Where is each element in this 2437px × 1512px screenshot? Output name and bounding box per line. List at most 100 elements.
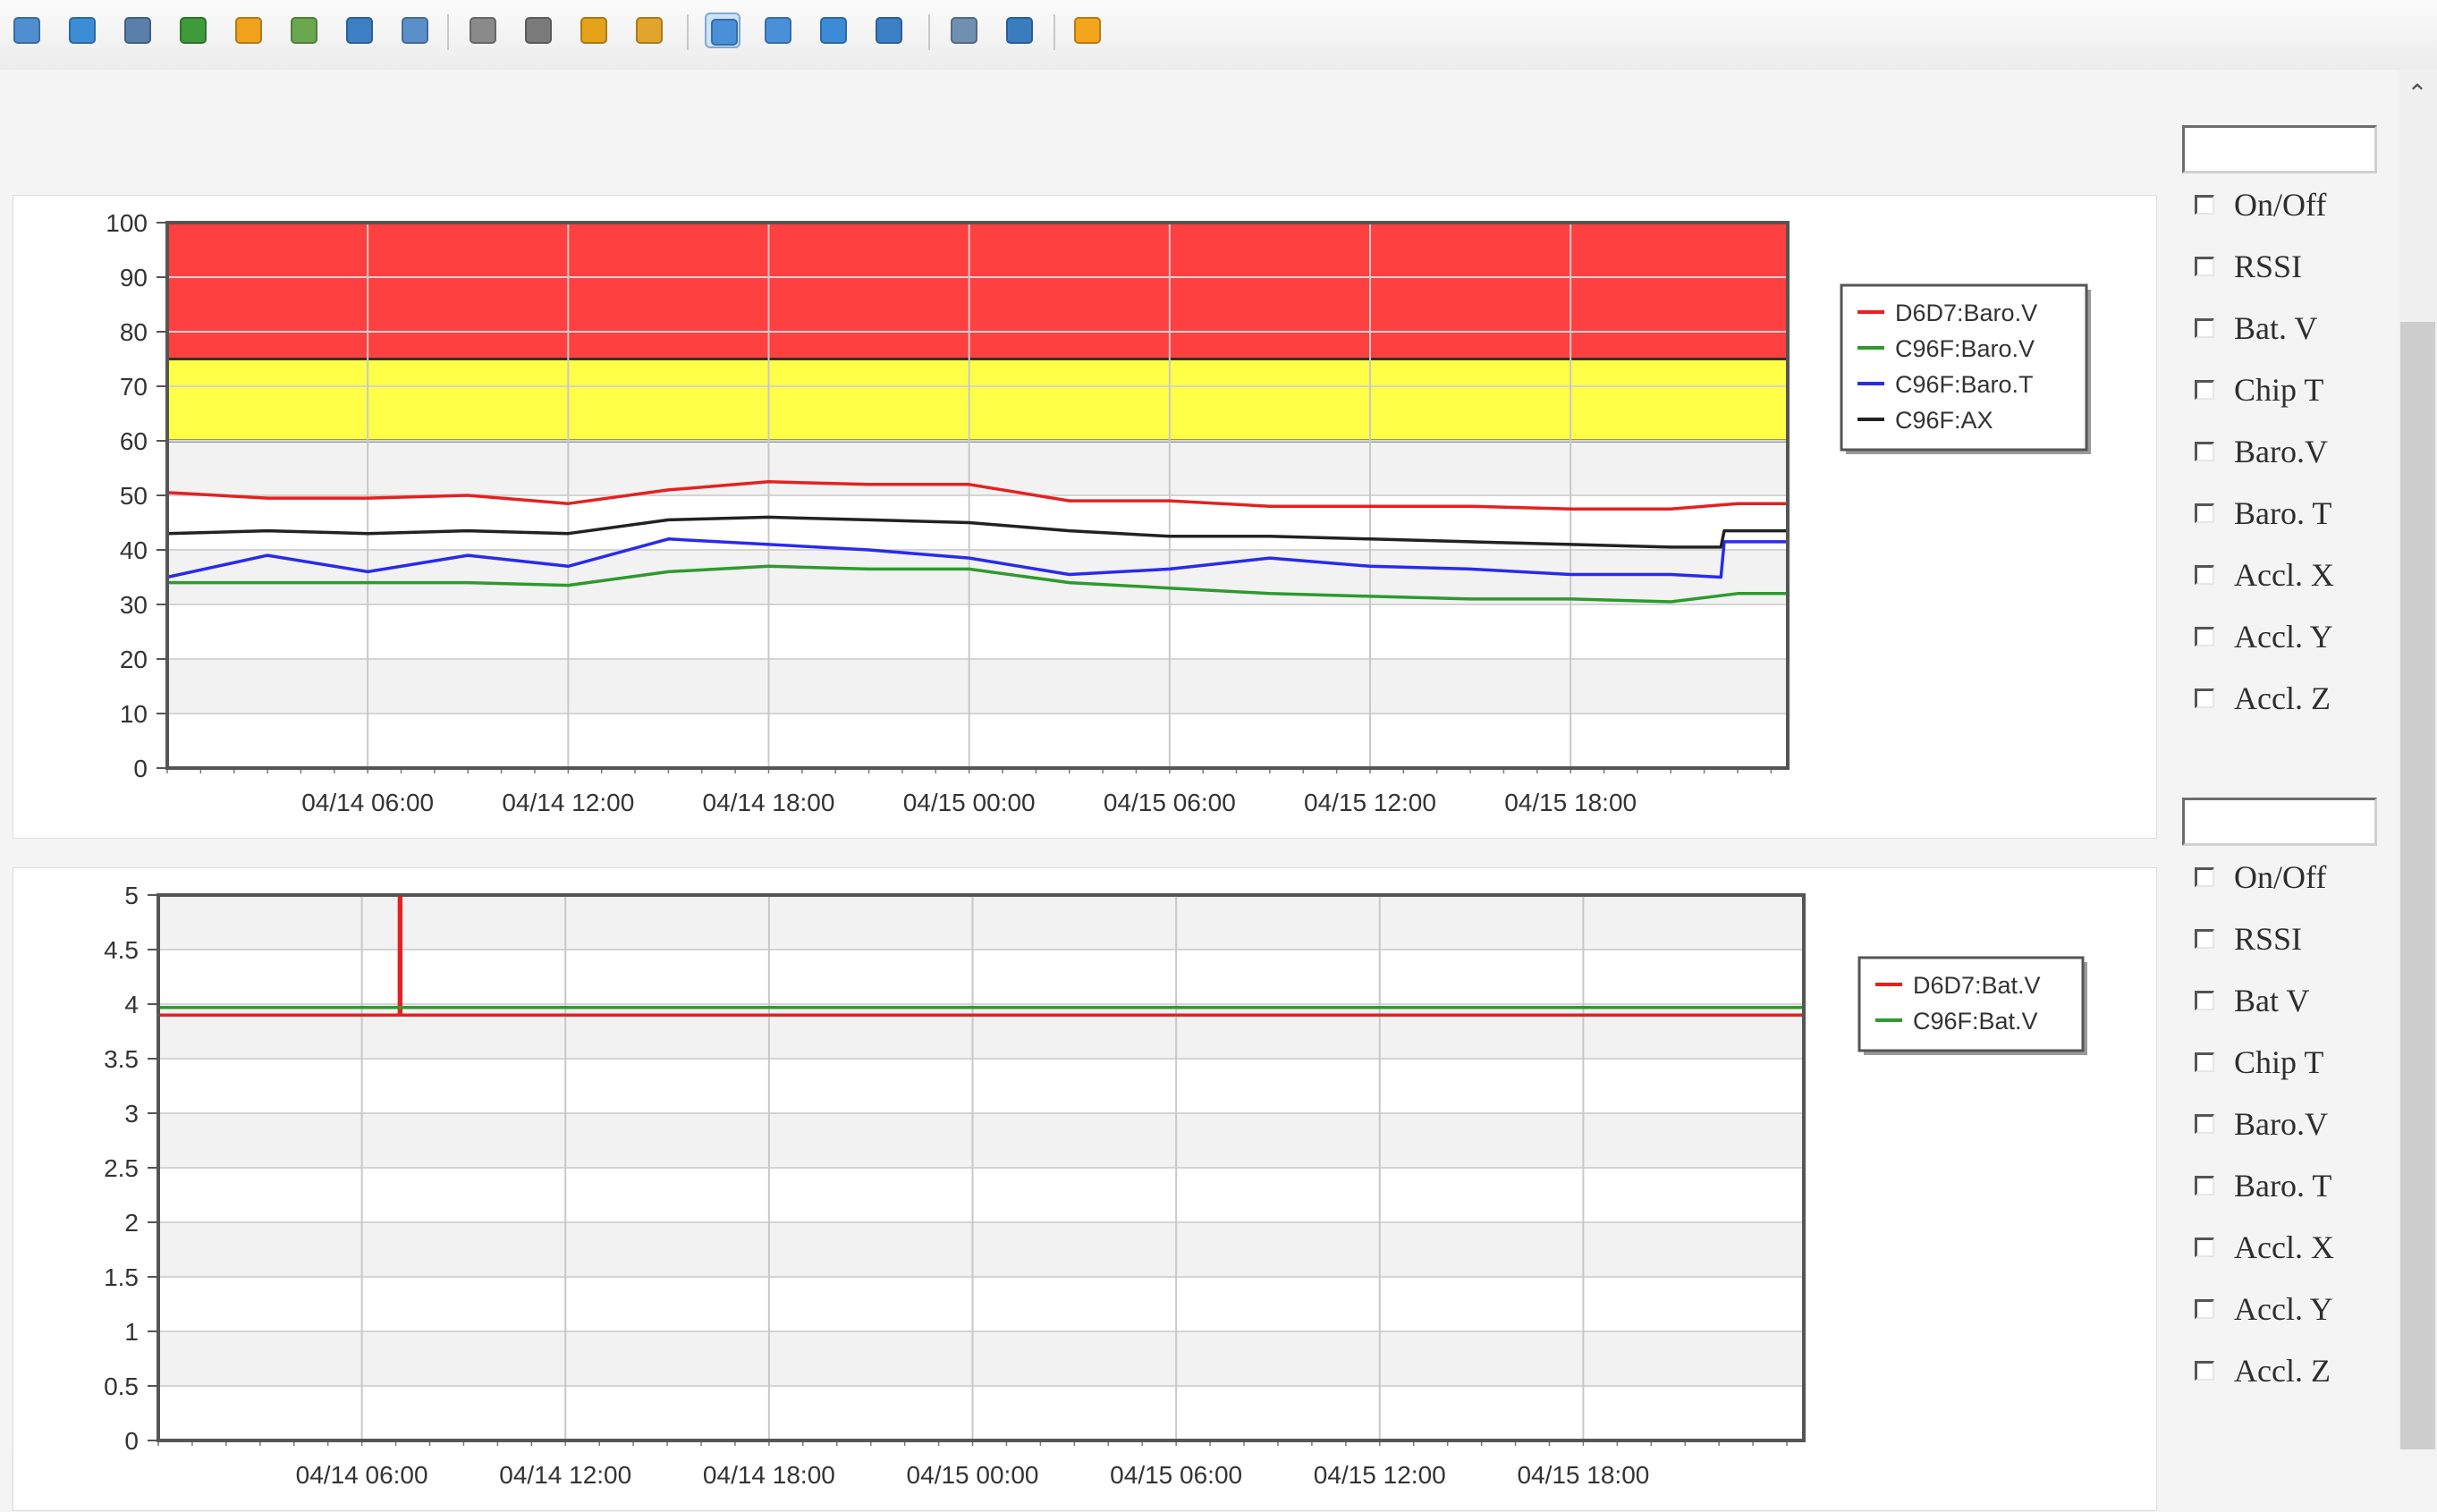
- y-tick-label: 2: [124, 1209, 139, 1237]
- checkbox-row[interactable]: On/Off: [2182, 173, 2397, 235]
- checkbox-row[interactable]: Chip T: [2182, 359, 2397, 420]
- series-filter-input[interactable]: [2182, 125, 2377, 173]
- x-tick-label: 04/14 18:00: [703, 1461, 835, 1489]
- checkbox-row[interactable]: Accl. Z: [2182, 1339, 2397, 1401]
- x-tick-label: 04/14 18:00: [703, 789, 835, 816]
- y-tick-label: 50: [120, 482, 148, 510]
- checkbox[interactable]: [2195, 1360, 2214, 1381]
- checkbox[interactable]: [2195, 256, 2214, 276]
- legend-label: D6D7:Baro.V: [1895, 300, 2037, 326]
- checkbox-row[interactable]: Bat. V: [2182, 297, 2397, 359]
- checkbox[interactable]: [2195, 1237, 2214, 1257]
- layers-button[interactable]: [816, 13, 851, 48]
- checkbox-label: RSSI: [2234, 920, 2303, 957]
- screen-button[interactable]: [64, 13, 100, 48]
- y-tick-label: 1: [124, 1318, 139, 1346]
- arrows-icon: [180, 17, 207, 44]
- checkbox[interactable]: [2195, 928, 2214, 949]
- monitor-button[interactable]: [9, 13, 45, 48]
- checkbox-row[interactable]: Accl. X: [2182, 1216, 2397, 1278]
- terminal-button[interactable]: [120, 13, 156, 48]
- user-icon: [470, 17, 496, 44]
- phone-button[interactable]: [342, 13, 377, 48]
- message-button[interactable]: [397, 13, 433, 48]
- checkbox[interactable]: [2195, 441, 2214, 461]
- checkbox-row[interactable]: Accl. X: [2182, 544, 2397, 605]
- series-line: [166, 515, 1788, 549]
- checkbox-label: Bat. V: [2234, 309, 2318, 346]
- y-tick-label: 0.5: [104, 1373, 139, 1400]
- checkbox[interactable]: [2195, 503, 2214, 523]
- message-icon: [402, 17, 428, 44]
- checkbox[interactable]: [2195, 626, 2214, 646]
- checkbox[interactable]: [2195, 866, 2214, 887]
- grid-band: [158, 1222, 1804, 1277]
- vertical-scrollbar[interactable]: ⌃: [2399, 70, 2437, 1449]
- checkbox[interactable]: [2195, 564, 2214, 585]
- checkbox-row[interactable]: Accl. Y: [2182, 1278, 2397, 1339]
- scroll-up-icon[interactable]: ⌃: [2404, 80, 2431, 107]
- x-tick-label: 04/14 12:00: [499, 1461, 631, 1489]
- y-tick-label: 4: [124, 991, 139, 1018]
- copy-button[interactable]: [946, 13, 982, 48]
- y-tick-label: 30: [120, 591, 148, 619]
- warning-gear-button[interactable]: [231, 13, 267, 48]
- checkbox-row[interactable]: Baro.V: [2182, 1093, 2397, 1154]
- close-button[interactable]: [1070, 13, 1105, 48]
- toolbar-separator: [928, 14, 930, 50]
- x-tick-label: 04/14 06:00: [301, 789, 434, 816]
- series-selector-bottom: On/Off RSSI Bat V Chip T Baro.V Baro. T Accl. …: [2182, 798, 2397, 1401]
- checkbox[interactable]: [2195, 379, 2214, 400]
- checkbox-row[interactable]: Accl. Z: [2182, 667, 2397, 729]
- y-tick-label: 0: [124, 1427, 139, 1455]
- checkbox[interactable]: [2195, 317, 2214, 338]
- checkbox-list: On/Off RSSI Bat. V Chip T Baro.V Baro. T Accl.…: [2182, 173, 2397, 729]
- checkbox[interactable]: [2195, 194, 2214, 215]
- y-tick-label: 3: [124, 1100, 139, 1128]
- checkbox[interactable]: [2195, 1113, 2214, 1134]
- checkbox-row[interactable]: Accl. Y: [2182, 605, 2397, 667]
- checkbox-row[interactable]: RSSI: [2182, 235, 2397, 297]
- legend-label: D6D7:Bat.V: [1913, 972, 2041, 999]
- y-tick-label: 0: [133, 755, 148, 782]
- globe-icon: [876, 17, 902, 44]
- y-tick-label: 5: [124, 882, 139, 909]
- checkbox-label: On/Off: [2234, 186, 2327, 223]
- globe-button[interactable]: [871, 13, 907, 48]
- checkbox[interactable]: [2195, 1052, 2214, 1072]
- checkbox-row[interactable]: Baro.V: [2182, 420, 2397, 482]
- checkbox[interactable]: [2195, 990, 2214, 1010]
- checkbox[interactable]: [2195, 688, 2214, 708]
- x-tick-label: 04/15 18:00: [1517, 1461, 1649, 1489]
- window-button[interactable]: [705, 13, 740, 48]
- checkbox-row[interactable]: Bat V: [2182, 969, 2397, 1031]
- legend-label: C96F:Baro.V: [1895, 335, 2035, 362]
- checkbox-row[interactable]: Chip T: [2182, 1031, 2397, 1093]
- checkbox[interactable]: [2195, 1298, 2214, 1319]
- network-button[interactable]: [520, 13, 556, 48]
- arrows-button[interactable]: [175, 13, 211, 48]
- series-filter-input[interactable]: [2182, 798, 2377, 846]
- y-tick-label: 40: [120, 536, 148, 564]
- refresh-button[interactable]: [286, 13, 322, 48]
- checkbox-row[interactable]: On/Off: [2182, 846, 2397, 908]
- tools-button[interactable]: [1002, 13, 1037, 48]
- scrollbar-thumb[interactable]: [2400, 322, 2435, 1449]
- y-tick-label: 4.5: [104, 936, 139, 964]
- checkbox[interactable]: [2195, 1175, 2214, 1195]
- unlock-button[interactable]: [631, 13, 667, 48]
- legend-label: C96F:Baro.T: [1895, 371, 2034, 398]
- layers-icon: [820, 17, 847, 44]
- y-tick-label: 2.5: [104, 1154, 139, 1182]
- fullscreen-button[interactable]: [760, 13, 796, 48]
- user-button[interactable]: [465, 13, 501, 48]
- y-tick-label: 100: [106, 209, 148, 237]
- toolbar: [0, 0, 2437, 71]
- lock-button[interactable]: [576, 13, 612, 48]
- checkbox-row[interactable]: RSSI: [2182, 908, 2397, 969]
- checkbox-row[interactable]: Baro. T: [2182, 1154, 2397, 1216]
- line-chart-top: 0 10 20 30 40 50 60 70 80 90 100 04/14 06:00 04/14 1…: [106, 209, 2091, 816]
- checkbox-row[interactable]: Baro. T: [2182, 482, 2397, 544]
- screen-icon: [69, 17, 96, 44]
- warning-gear-icon: [235, 17, 262, 44]
